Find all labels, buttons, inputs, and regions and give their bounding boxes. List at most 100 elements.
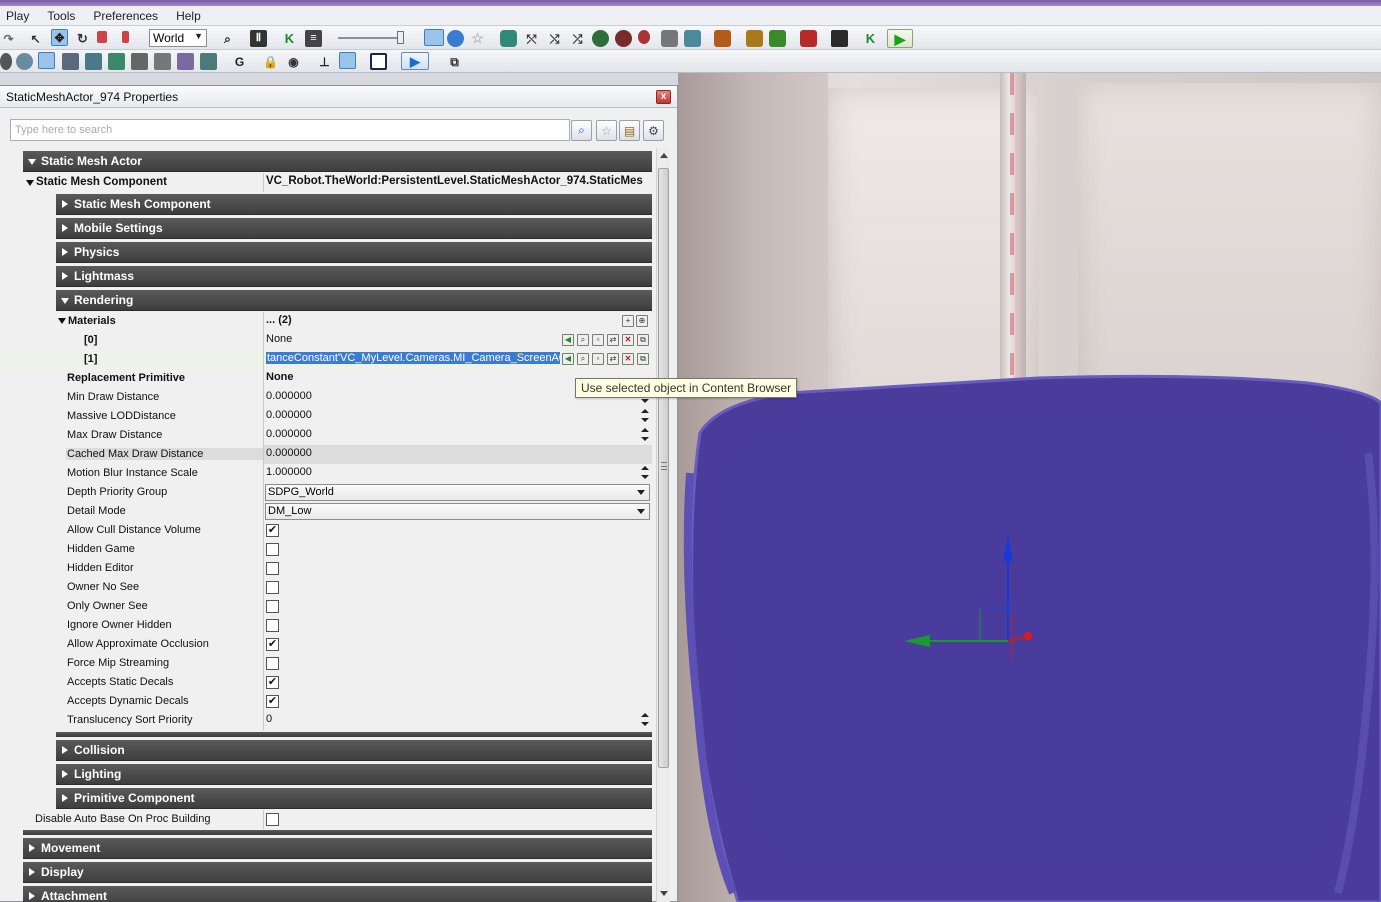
row-material-1[interactable]: [1] tanceConstant'VC_MyLevel.Cameras.MI_…: [0, 350, 652, 369]
kismet-play-icon[interactable]: K: [862, 30, 879, 47]
row-detail-mode[interactable]: Detail Mode DM_Low: [0, 502, 652, 521]
insert-icon[interactable]: ⇄: [607, 353, 619, 365]
browse-icon[interactable]: ⌕: [577, 334, 589, 346]
kismet-doc-icon[interactable]: Ⅱ: [250, 30, 267, 47]
duplicate-icon[interactable]: ⧉: [637, 334, 649, 346]
massive-lod-spinner[interactable]: [641, 408, 650, 424]
row-max-draw-distance[interactable]: Max Draw Distance 0.000000: [0, 426, 652, 445]
menu-tools[interactable]: Tools: [43, 9, 79, 23]
checkbox-row[interactable]: Ignore Owner Hidden: [0, 616, 652, 635]
path-icon[interactable]: ⤲: [523, 30, 540, 47]
detail-mode-select[interactable]: DM_Low: [265, 503, 650, 520]
lock-icon[interactable]: 🔒: [262, 53, 279, 70]
build-all-icon[interactable]: [615, 30, 632, 47]
menu-preferences[interactable]: Preferences: [89, 9, 162, 23]
delete-icon[interactable]: ✕: [622, 353, 634, 365]
copy-icon[interactable]: ▫: [592, 353, 604, 365]
property-checkbox[interactable]: [266, 543, 279, 556]
property-checkbox[interactable]: ✔: [266, 638, 279, 651]
scale-icon[interactable]: [97, 31, 107, 43]
view-light-complexity-icon[interactable]: [131, 53, 148, 70]
rotate-icon[interactable]: ↻: [74, 30, 91, 47]
browse-icon[interactable]: ⌕: [577, 353, 589, 365]
select-arrow-icon[interactable]: ↖: [27, 30, 44, 47]
checkbox-row[interactable]: Allow Approximate Occlusion ✔: [0, 635, 652, 654]
property-search-input[interactable]: Type here to search: [10, 119, 570, 141]
property-checkbox[interactable]: ✔: [266, 695, 279, 708]
scrollbar-thumb[interactable]: [658, 168, 669, 768]
property-checkbox[interactable]: [266, 581, 279, 594]
delete-icon[interactable]: ✕: [622, 334, 634, 346]
build-paths-icon[interactable]: ⤭: [546, 30, 563, 47]
wrench-icon[interactable]: ⚙: [643, 120, 664, 141]
scene-manager-icon[interactable]: [769, 30, 786, 47]
disable-auto-base-checkbox[interactable]: [266, 813, 279, 826]
realtime-play-icon[interactable]: ▶: [401, 52, 429, 70]
geometry-icon[interactable]: [500, 30, 517, 47]
stop-build-icon[interactable]: [638, 30, 650, 44]
joystick-icon[interactable]: ⊥: [316, 53, 333, 70]
view-texture-density-icon[interactable]: [154, 53, 171, 70]
duplicate-icon[interactable]: ⧉: [637, 353, 649, 365]
category-rendering[interactable]: Rendering: [56, 290, 652, 311]
use-selected-icon[interactable]: ◀: [562, 334, 574, 346]
lighting-info-icon[interactable]: [684, 30, 701, 47]
translucency-spinner[interactable]: [641, 712, 650, 728]
row-motion-blur-scale[interactable]: Motion Blur Instance Scale 1.000000: [0, 464, 652, 483]
category-physics[interactable]: Physics: [56, 242, 652, 263]
motion-blur-spinner[interactable]: [641, 465, 650, 481]
view-detail-lighting-icon[interactable]: [85, 53, 102, 70]
property-checkbox[interactable]: [266, 657, 279, 670]
materials-insert-icon[interactable]: +: [622, 315, 634, 327]
category-static-mesh-component[interactable]: Static Mesh Component: [56, 194, 652, 215]
actor-lock-icon[interactable]: [339, 52, 356, 69]
selected-mesh[interactable]: [678, 73, 1381, 902]
materials-clear-icon[interactable]: ⊕: [636, 315, 648, 327]
category-collision[interactable]: Collision: [56, 740, 652, 761]
matinee-icon[interactable]: ≡: [305, 30, 322, 47]
build-cover-icon[interactable]: ⤮: [569, 30, 586, 47]
kismet-icon[interactable]: K: [281, 30, 298, 47]
view-wireframe-icon[interactable]: [0, 53, 12, 70]
checkbox-row[interactable]: Hidden Editor: [0, 559, 652, 578]
game-view-icon[interactable]: G: [231, 53, 248, 70]
checkbox-row[interactable]: Accepts Dynamic Decals ✔: [0, 692, 652, 711]
checkbox-row[interactable]: Allow Cull Distance Volume ✔: [0, 521, 652, 540]
view-unlit-icon[interactable]: [38, 52, 55, 69]
panel-close-button[interactable]: x: [656, 90, 671, 104]
menu-play[interactable]: Play: [2, 9, 33, 23]
use-selected-icon[interactable]: ◀: [562, 353, 574, 365]
row-massive-lod-distance[interactable]: Massive LODDistance 0.000000: [0, 407, 652, 426]
insert-icon[interactable]: ⇄: [607, 334, 619, 346]
favorites-star-icon[interactable]: ☆: [596, 120, 617, 141]
property-checkbox[interactable]: ✔: [266, 676, 279, 689]
row-min-draw-distance[interactable]: Min Draw Distance 0.000000: [0, 388, 652, 407]
row-depth-priority-group[interactable]: Depth Priority Group SDPG_World: [0, 483, 652, 502]
redo-icon[interactable]: ↷: [0, 30, 17, 47]
binoculars-icon[interactable]: ⌕: [219, 30, 236, 47]
speed-slider-knob[interactable]: [397, 31, 404, 44]
property-checkbox[interactable]: [266, 562, 279, 575]
menu-help[interactable]: Help: [172, 9, 205, 23]
3d-viewport[interactable]: [678, 73, 1381, 902]
coordinate-system-select[interactable]: World ▼: [149, 29, 207, 47]
generic-browser-icon[interactable]: [746, 30, 763, 47]
row-replacement-primitive[interactable]: Replacement Primitive None: [0, 369, 652, 388]
category-lightmass[interactable]: Lightmass: [56, 266, 652, 287]
property-checkbox[interactable]: [266, 600, 279, 613]
scroll-up-icon[interactable]: [660, 153, 668, 158]
build-lighting-icon[interactable]: [592, 30, 609, 47]
checkbox-row[interactable]: Accepts Static Decals ✔: [0, 673, 652, 692]
view-lighting-only-icon[interactable]: [108, 53, 125, 70]
world-props-icon[interactable]: [661, 30, 678, 47]
frame-icon[interactable]: [370, 53, 387, 70]
category-lighting[interactable]: Lighting: [56, 764, 652, 785]
property-checkbox[interactable]: ✔: [266, 524, 279, 537]
checkbox-row[interactable]: Force Mip Streaming: [0, 654, 652, 673]
checkbox-row[interactable]: Owner No See: [0, 578, 652, 597]
property-scrollbar[interactable]: [656, 148, 670, 902]
category-movement[interactable]: Movement: [23, 838, 652, 859]
checkbox-row[interactable]: Only Owner See: [0, 597, 652, 616]
view-shader-complexity-icon[interactable]: [177, 53, 194, 70]
category-static-mesh-actor[interactable]: Static Mesh Actor: [23, 151, 652, 172]
